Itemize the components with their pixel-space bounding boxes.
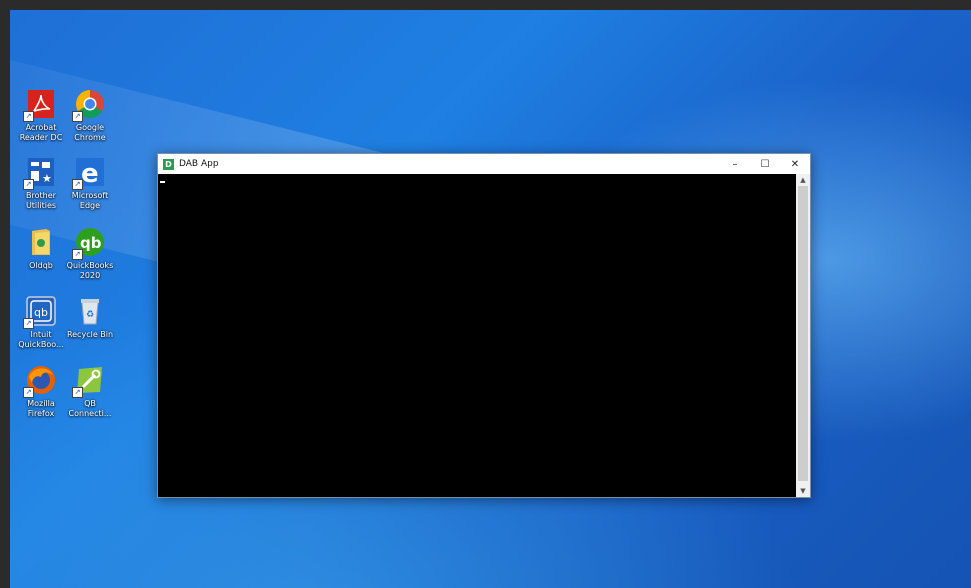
desktop-icon-label: Recycle Bin — [66, 330, 114, 339]
desktop-icon-label: QB Connecti... — [68, 399, 112, 418]
desktop-icon-acrobat[interactable]: ↗ Acrobat Reader DC — [14, 88, 68, 143]
vertical-scrollbar[interactable]: ▲ ▼ — [796, 174, 810, 497]
svg-text:♻: ♻ — [86, 310, 94, 320]
desktop: ↗ Acrobat Reader DC ↗ Google Chrome ★ ↗ … — [10, 10, 971, 588]
recycle-bin-icon: ♻ — [74, 295, 106, 327]
desktop-icon-label: Acrobat Reader DC — [19, 123, 63, 142]
svg-text:qb: qb — [34, 306, 48, 319]
desktop-icon-intuit-quickbooks[interactable]: qb ↗ Intuit QuickBoo... — [14, 295, 68, 350]
desktop-icon-oldqb[interactable]: Oldqb — [14, 226, 68, 271]
desktop-icon-label: Microsoft Edge — [71, 191, 109, 210]
window-title: DAB App — [179, 159, 219, 169]
dab-app-window: D DAB App – ☐ ✕ ▲ ▼ — [157, 153, 811, 498]
window-titlebar[interactable]: D DAB App – ☐ ✕ — [158, 154, 810, 174]
desktop-icon-edge[interactable]: e ↗ Microsoft Edge — [63, 156, 117, 211]
desktop-icon-brother-utilities[interactable]: ★ ↗ Brother Utilities — [14, 156, 68, 211]
desktop-icon-recycle-bin[interactable]: ♻ Recycle Bin — [63, 295, 117, 340]
qb-connector-icon: ↗ — [72, 364, 106, 398]
scroll-thumb[interactable] — [798, 186, 808, 481]
desktop-icon-label: Intuit QuickBoo... — [18, 330, 64, 349]
desktop-icon-label: Mozilla Firefox — [27, 399, 55, 418]
firefox-icon: ↗ — [23, 364, 57, 398]
console-output-area[interactable] — [158, 174, 796, 497]
desktop-icon-quickbooks[interactable]: qb ↗ QuickBooks 2020 — [63, 226, 117, 281]
desktop-icon-label: Oldqb — [29, 261, 53, 270]
svg-text:e: e — [81, 159, 99, 187]
acrobat-icon: ↗ — [23, 88, 57, 122]
edge-icon: e ↗ — [72, 156, 106, 190]
svg-text:qb: qb — [80, 234, 102, 252]
window-controls: – ☐ ✕ — [720, 154, 810, 174]
desktop-icon-label: Brother Utilities — [25, 191, 57, 210]
desktop-icon-chrome[interactable]: ↗ Google Chrome — [63, 88, 117, 143]
minimize-button[interactable]: – — [720, 154, 750, 174]
desktop-icon-label: Google Chrome — [74, 123, 106, 142]
desktop-icon-qb-connector[interactable]: ↗ QB Connecti... — [63, 364, 117, 419]
maximize-button[interactable]: ☐ — [750, 154, 780, 174]
desktop-icon-firefox[interactable]: ↗ Mozilla Firefox — [14, 364, 68, 419]
text-cursor — [160, 181, 165, 183]
chrome-icon: ↗ — [72, 88, 106, 122]
intuit-quickbooks-icon: qb ↗ — [23, 295, 57, 329]
brother-utilities-icon: ★ ↗ — [23, 156, 57, 190]
quickbooks-icon: qb ↗ — [72, 226, 106, 260]
svg-text:★: ★ — [42, 172, 52, 185]
scroll-down-arrow-icon[interactable]: ▼ — [796, 485, 810, 497]
folder-icon — [25, 226, 57, 258]
app-icon: D — [163, 158, 174, 170]
desktop-icon-label: QuickBooks 2020 — [66, 261, 114, 280]
close-button[interactable]: ✕ — [780, 154, 810, 174]
scroll-up-arrow-icon[interactable]: ▲ — [796, 174, 810, 186]
